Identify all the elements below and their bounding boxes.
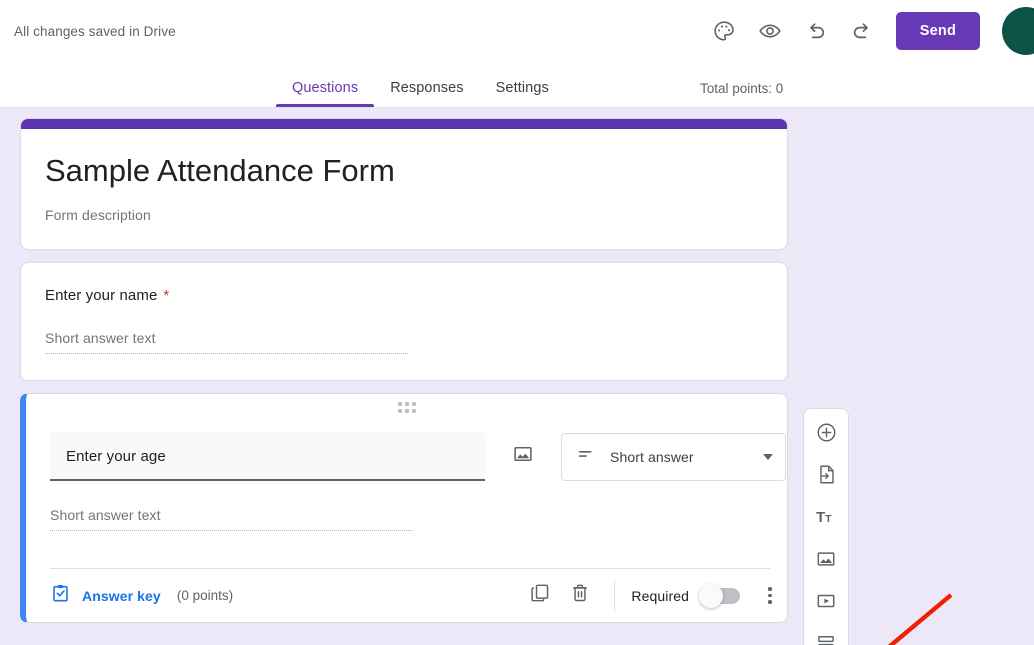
section-split-icon: [815, 632, 837, 645]
undo-icon: [804, 19, 828, 43]
import-file-icon: [815, 463, 838, 491]
form-header-body: Sample Attendance Form Form description: [21, 129, 787, 249]
question-type-label: Short answer: [610, 448, 694, 465]
tab-questions[interactable]: Questions: [276, 80, 375, 107]
question-more-options-button[interactable]: [753, 576, 787, 616]
clipboard-check-icon: [50, 583, 71, 609]
add-section-button[interactable]: [806, 625, 846, 645]
short-answer-icon: [576, 443, 598, 470]
svg-text:T: T: [825, 513, 832, 525]
question-title-input[interactable]: Enter your age: [50, 432, 485, 481]
redo-button[interactable]: [840, 9, 884, 53]
points-label: (0 points): [176, 588, 234, 603]
required-label: Required: [631, 587, 689, 604]
tab-responses[interactable]: Responses: [374, 80, 479, 107]
answer-key-button[interactable]: Answer key: [50, 583, 161, 609]
import-questions-button[interactable]: [806, 457, 846, 497]
question-title: Enter your name: [45, 287, 158, 304]
question-card[interactable]: Enter your name * Short answer text: [20, 262, 788, 381]
undo-button[interactable]: [794, 9, 838, 53]
image-icon: [815, 548, 837, 575]
short-answer-placeholder: Short answer text: [50, 507, 413, 531]
add-image-to-question-button[interactable]: [499, 433, 547, 481]
add-video-button[interactable]: [806, 583, 846, 623]
drag-handle[interactable]: [26, 402, 787, 413]
plus-circle-icon: [815, 421, 838, 449]
form-column: Sample Attendance Form Form description …: [20, 118, 788, 623]
more-dot: [768, 600, 772, 604]
question-card-selected[interactable]: Enter your age Short answer Short answer…: [20, 393, 788, 623]
redo-icon: [850, 19, 874, 43]
tab-bar: Questions Responses Settings Total point…: [0, 62, 1034, 108]
save-status-text: All changes saved in Drive: [14, 23, 176, 39]
topbar-actions: Send: [702, 9, 1022, 53]
svg-text:T: T: [816, 510, 825, 526]
add-question-button[interactable]: [806, 415, 846, 455]
video-play-icon: [815, 590, 837, 617]
question-title-row: Enter your name *: [45, 287, 763, 304]
footer-divider: [614, 580, 616, 611]
add-item-toolbar: T T: [803, 408, 849, 645]
question-type-select[interactable]: Short answer: [561, 432, 786, 481]
title-text-icon: T T: [815, 505, 838, 533]
add-title-description-button[interactable]: T T: [806, 499, 846, 539]
add-image-button[interactable]: [806, 541, 846, 581]
duplicate-question-button[interactable]: [520, 576, 560, 616]
question-edit-row: Enter your age Short answer: [50, 432, 786, 481]
theme-button[interactable]: [702, 9, 746, 53]
form-header-stripe: [21, 119, 787, 129]
preview-button[interactable]: [748, 9, 792, 53]
tab-settings[interactable]: Settings: [480, 80, 565, 107]
tab-list: Questions Responses Settings: [276, 80, 565, 107]
eye-icon: [758, 19, 782, 43]
form-header-card[interactable]: Sample Attendance Form Form description: [20, 118, 788, 250]
more-dot: [768, 587, 772, 591]
required-toggle[interactable]: [699, 583, 740, 608]
delete-question-button[interactable]: [560, 576, 600, 616]
total-points-label: Total points: 0: [700, 81, 784, 96]
more-dot: [768, 593, 772, 598]
image-icon: [512, 443, 534, 470]
trash-icon: [569, 582, 591, 609]
drag-dots-icon: [397, 402, 416, 413]
chevron-down-icon: [763, 453, 773, 460]
form-description[interactable]: Form description: [45, 207, 763, 223]
form-canvas: Sample Attendance Form Form description …: [0, 108, 1034, 645]
form-title[interactable]: Sample Attendance Form: [45, 151, 763, 191]
answer-key-label: Answer key: [82, 587, 161, 604]
top-bar: All changes saved in Drive Send: [0, 0, 1034, 62]
send-button[interactable]: Send: [895, 12, 980, 50]
required-asterisk: *: [163, 287, 170, 304]
short-answer-placeholder: Short answer text: [45, 330, 408, 354]
palette-icon: [712, 19, 736, 43]
question-footer: Answer key (0 points) Required: [50, 569, 787, 622]
duplicate-icon: [529, 582, 551, 609]
toggle-knob: [699, 583, 723, 608]
